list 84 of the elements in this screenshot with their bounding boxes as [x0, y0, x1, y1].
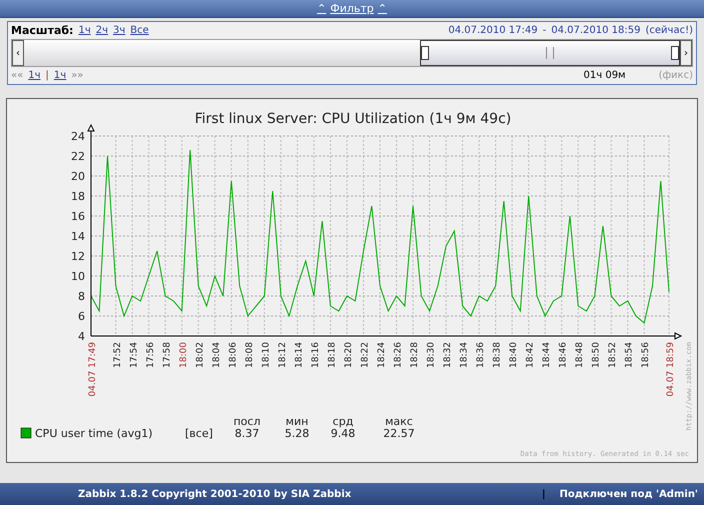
y-tick-label: 4	[78, 330, 85, 343]
date-from: 04.07.2010 17:49	[448, 25, 538, 36]
scale-link[interactable]: Все	[130, 25, 149, 36]
y-tick-label: 12	[71, 250, 85, 263]
x-tick-label: 18:44	[542, 342, 552, 368]
x-tick-label: 18:26	[394, 342, 404, 368]
collapse-icon[interactable]: ⌃	[378, 2, 387, 15]
separator: |	[46, 70, 49, 81]
copyright-text: Zabbix 1.8.2 Copyright 2001-2010 by SIA Zabbix	[78, 488, 352, 500]
x-tick-label: 18:08	[244, 342, 255, 368]
now-label: (сейчас!)	[646, 25, 693, 36]
collapse-icon[interactable]: ⌃	[317, 2, 326, 15]
series-color-swatch	[20, 428, 32, 438]
resize-handle[interactable]	[671, 46, 679, 60]
x-tick-label: 18:02	[195, 342, 206, 368]
x-tick-label: 18:28	[410, 342, 420, 368]
x-tick-label: 17:58	[162, 342, 172, 368]
scale-label: Масштаб:	[11, 24, 74, 37]
period-scrollbar[interactable]: ‹ ›	[11, 39, 693, 67]
scale-link[interactable]: 3ч	[113, 25, 126, 36]
grip-icon	[546, 47, 554, 59]
legend-header: срд	[332, 415, 354, 428]
graph-title: First linux Server: CPU Utilization (1ч 9м 49с)	[194, 111, 512, 127]
x-tick-label: 18:14	[294, 342, 304, 368]
x-tick-label: 18:42	[526, 342, 536, 368]
x-tick-label: 18:56	[641, 342, 652, 368]
resize-handle[interactable]	[421, 46, 429, 60]
legend-header: посл	[234, 415, 260, 428]
x-tick-label: 18:12	[278, 342, 288, 368]
y-tick-label: 20	[71, 170, 85, 183]
step-forward-link[interactable]: 1ч	[54, 70, 66, 81]
legend-header: макс	[385, 415, 413, 428]
legend-value: 8.37	[234, 427, 260, 440]
period-length: 01ч 09м	[584, 70, 626, 81]
period-thumb[interactable]	[420, 40, 680, 66]
x-tick-label: 04.07 18:59	[666, 342, 676, 397]
legend-value: 9.48	[330, 427, 356, 440]
x-tick-label: 17:52	[112, 342, 123, 368]
y-tick-label: 24	[71, 130, 85, 143]
x-tick-label: 17:56	[146, 342, 156, 368]
x-tick-label: 18:50	[592, 342, 602, 368]
y-tick-label: 6	[78, 310, 85, 323]
series-scope: [все]	[185, 427, 213, 440]
filter-toggle-link[interactable]: Фильтр	[330, 2, 374, 15]
x-tick-label: 18:48	[575, 342, 586, 368]
x-tick-label: 18:52	[608, 342, 618, 368]
x-tick-label: 18:22	[360, 342, 370, 368]
x-tick-label: 04.07 17:49	[88, 342, 98, 397]
x-tick-label: 17:54	[129, 342, 140, 368]
x-tick-label: 18:38	[492, 342, 503, 368]
scale-link[interactable]: 2ч	[96, 25, 108, 36]
x-tick-label: 18:00	[178, 342, 189, 368]
x-tick-label: 18:54	[624, 342, 635, 368]
legend-header: мин	[286, 415, 308, 428]
x-tick-label: 18:06	[228, 342, 238, 368]
series-name: CPU user time (avg1)	[35, 427, 153, 440]
step-back-link[interactable]: 1ч	[28, 70, 41, 81]
x-tick-label: 18:40	[509, 342, 520, 368]
y-tick-label: 18	[71, 190, 85, 203]
y-tick-label: 14	[71, 230, 85, 243]
x-tick-label: 18:04	[212, 342, 222, 368]
y-tick-label: 16	[71, 210, 85, 223]
x-tick-label: 18:34	[460, 342, 470, 368]
x-tick-label: 18:32	[443, 342, 454, 368]
x-tick-label: 18:18	[327, 342, 338, 368]
y-tick-label: 22	[71, 150, 85, 163]
date-dash: -	[542, 25, 546, 36]
x-tick-label: 18:24	[377, 342, 387, 368]
logged-in-user: Подключен под 'Admin'	[559, 488, 698, 500]
x-tick-label: 18:30	[426, 342, 437, 368]
scroll-left-button[interactable]: ‹	[12, 40, 24, 66]
x-tick-label: 18:36	[476, 342, 486, 368]
x-tick-label: 18:10	[261, 342, 272, 368]
scale-link[interactable]: 1ч	[78, 25, 91, 36]
y-tick-label: 8	[78, 290, 85, 303]
x-tick-label: 18:20	[344, 342, 354, 368]
scroll-right-button[interactable]: ›	[680, 40, 692, 66]
footer-separator: |	[542, 488, 546, 500]
date-to: 04.07.2010 18:59	[551, 25, 640, 36]
y-tick-label: 10	[71, 270, 85, 283]
legend-value: 22.57	[383, 427, 415, 440]
legend-value: 5.28	[284, 427, 310, 440]
x-tick-label: 18:16	[310, 342, 321, 368]
x-tick-label: 18:46	[558, 342, 569, 368]
